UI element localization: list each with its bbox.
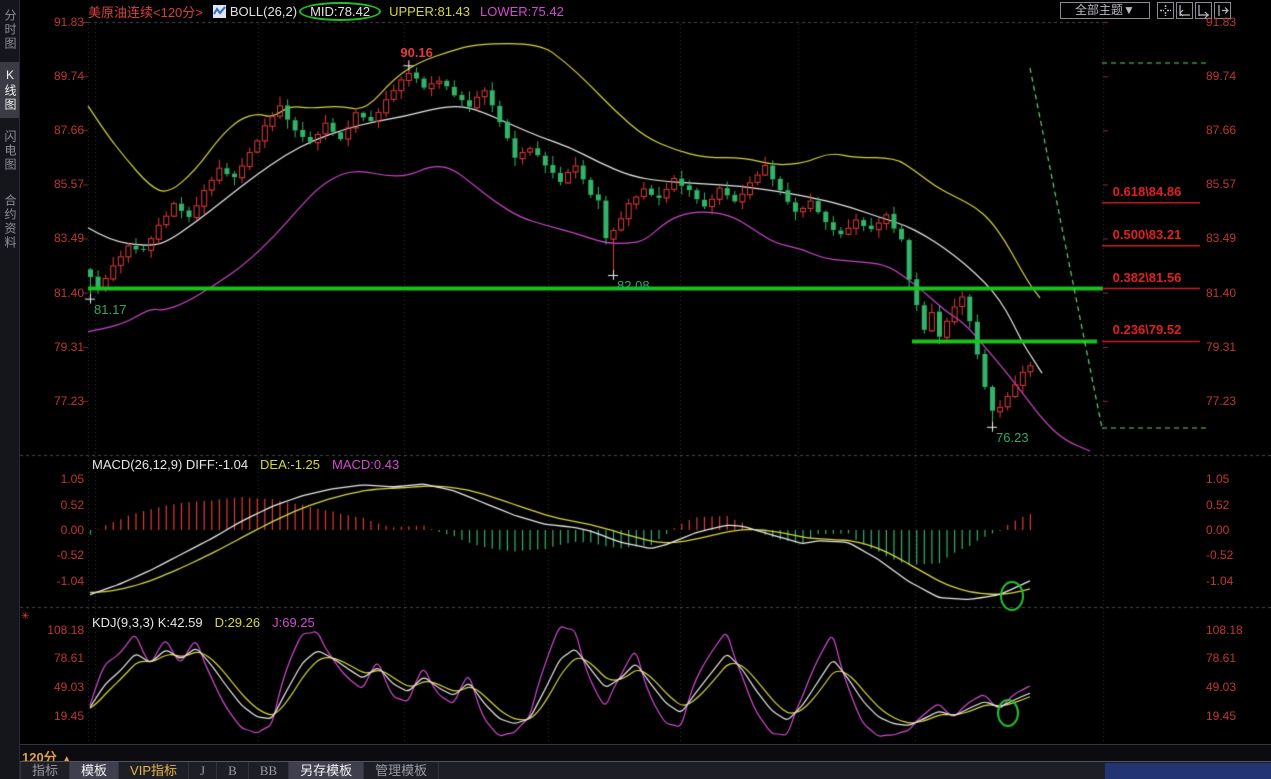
macd-macd-value: MACD:0.43 bbox=[332, 457, 399, 472]
y-axis-tick: 81.40 bbox=[1206, 287, 1236, 299]
tab-j[interactable]: J bbox=[189, 762, 217, 779]
boll-mid-value: MID:78.42 bbox=[299, 2, 381, 21]
fib-level-label: 0.500\83.21 bbox=[1092, 229, 1202, 241]
y-axis-tick: 89.74 bbox=[1206, 70, 1236, 82]
sidebar-tab-flash[interactable]: 闪电图 bbox=[0, 124, 19, 178]
kdj-axis-tick: 19.45 bbox=[22, 710, 84, 722]
price-marker-label: 76.23 bbox=[996, 432, 1029, 444]
macd-axis-tick: -0.52 bbox=[1206, 549, 1233, 561]
chart-canvas[interactable] bbox=[0, 0, 1271, 779]
boll-upper-value: UPPER:81.43 bbox=[389, 4, 470, 19]
macd-axis-tick: 0.00 bbox=[1206, 524, 1229, 536]
indicator-icon bbox=[213, 5, 226, 18]
kdj-axis-tick: 78.61 bbox=[22, 652, 84, 664]
y-axis-tick: 85.57 bbox=[1206, 178, 1236, 190]
macd-diff-value: MACD(26,12,9) DIFF:-1.04 bbox=[92, 457, 248, 472]
macd-axis-tick: 1.05 bbox=[1206, 473, 1229, 485]
macd-header: MACD(26,12,9) DIFF:-1.04 DEA:-1.25 MACD:0.… bbox=[92, 457, 399, 472]
kdj-k-value: KDJ(9,3,3) K:42.59 bbox=[92, 615, 203, 630]
fib-level-label: 0.236\79.52 bbox=[1092, 324, 1202, 336]
macd-dea-value: DEA:-1.25 bbox=[260, 457, 320, 472]
kdj-j-value: J:69.25 bbox=[272, 615, 315, 630]
y-axis-tick: 83.49 bbox=[1206, 232, 1236, 244]
y-axis-tick: 79.31 bbox=[22, 341, 84, 353]
tab-b[interactable]: B bbox=[217, 762, 249, 779]
tab-templates[interactable]: 模板 bbox=[70, 762, 119, 779]
kdj-axis-tick: 19.45 bbox=[1206, 710, 1236, 722]
kdj-d-value: D:29.26 bbox=[215, 615, 261, 630]
y-axis-tick: 79.31 bbox=[1206, 341, 1236, 353]
y-axis-tick: 87.66 bbox=[1206, 124, 1236, 136]
bottom-right-strip bbox=[1105, 763, 1271, 779]
price-marker-label: 90.16 bbox=[400, 47, 433, 59]
macd-axis-tick: 0.52 bbox=[22, 499, 84, 511]
tab-bb[interactable]: BB bbox=[249, 762, 289, 779]
price-marker-label: 82.08 bbox=[617, 280, 650, 292]
y-axis-tick: 87.66 bbox=[22, 124, 84, 136]
left-sidebar: 分时图 K线图 闪电图 合约资料 bbox=[0, 0, 20, 779]
y-axis-tick: 77.23 bbox=[1206, 395, 1236, 407]
trading-app-window: 分时图 K线图 闪电图 合约资料 美原油连续<120分> BOLL(26,2) … bbox=[0, 0, 1271, 779]
sidebar-tab-kline[interactable]: K线图 bbox=[0, 62, 19, 118]
tab-save-template[interactable]: 另存模板 bbox=[289, 762, 364, 779]
bottom-tab-bar: 指标 模板 VIP指标 J B BB 另存模板 管理模板 bbox=[20, 761, 1271, 779]
kdj-axis-tick: 49.03 bbox=[1206, 681, 1236, 693]
y-axis-tick: 89.74 bbox=[22, 70, 84, 82]
macd-axis-tick: 0.52 bbox=[1206, 499, 1229, 511]
kdj-axis-tick: 49.03 bbox=[22, 681, 84, 693]
y-axis-tick: 85.57 bbox=[22, 178, 84, 190]
macd-axis-tick: -1.04 bbox=[22, 575, 84, 587]
time-axis-row: 120分▲ bbox=[20, 744, 1271, 762]
symbol-title: 美原油连续<120分> bbox=[88, 2, 203, 21]
sidebar-tab-timeline[interactable]: 分时图 bbox=[0, 4, 19, 56]
macd-axis-tick: 1.05 bbox=[22, 473, 84, 485]
kdj-axis-tick: 108.18 bbox=[22, 624, 84, 636]
sidebar-tab-contract-info[interactable]: 合约资料 bbox=[0, 184, 19, 260]
tab-manage-templates[interactable]: 管理模板 bbox=[364, 762, 439, 779]
fib-level-label: 0.618\84.86 bbox=[1092, 186, 1202, 198]
tab-vip-indicators[interactable]: VIP指标 bbox=[119, 762, 189, 779]
y-axis-tick: 83.49 bbox=[22, 232, 84, 244]
boll-lower-value: LOWER:75.42 bbox=[480, 4, 564, 19]
macd-axis-tick: -1.04 bbox=[1206, 575, 1233, 587]
fib-level-label: 0.382\81.56 bbox=[1092, 272, 1202, 284]
top-toolbar: 美原油连续<120分> BOLL(26,2) MID:78.42 UPPER:8… bbox=[20, 0, 1271, 22]
y-axis-tick: 81.40 bbox=[22, 287, 84, 299]
tab-indicators[interactable]: 指标 bbox=[20, 762, 70, 779]
macd-axis-tick: 0.00 bbox=[22, 524, 84, 536]
kdj-header: KDJ(9,3,3) K:42.59 D:29.26 J:69.25 bbox=[92, 615, 315, 630]
panel-settings-icon[interactable]: ✳ bbox=[21, 611, 29, 622]
boll-params-label: BOLL(26,2) bbox=[230, 4, 297, 19]
macd-axis-tick: -0.52 bbox=[22, 549, 84, 561]
price-marker-label: 81.17 bbox=[94, 304, 127, 316]
y-axis-tick: 77.23 bbox=[22, 395, 84, 407]
kdj-axis-tick: 78.61 bbox=[1206, 652, 1236, 664]
kdj-axis-tick: 108.18 bbox=[1206, 624, 1243, 636]
